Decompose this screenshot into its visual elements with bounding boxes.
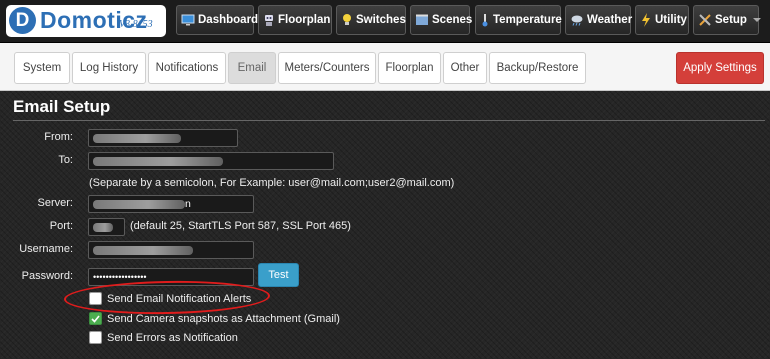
cloud-rain-icon	[570, 13, 584, 27]
to-field[interactable]	[88, 152, 334, 170]
server-value-suffix: n	[185, 198, 191, 210]
domoticz-logo[interactable]: D Domoticz V3.8153	[6, 5, 166, 37]
from-field[interactable]	[88, 129, 238, 147]
checkbox-label: Send Errors as Notification	[107, 331, 238, 344]
nav-dashboard[interactable]: Dashboard	[176, 5, 258, 35]
nav-temperature-label: Temperature	[493, 14, 562, 26]
checkbox-errors-notification[interactable]: Send Errors as Notification	[89, 331, 238, 344]
page-title: Email Setup	[13, 97, 111, 116]
nav-scenes[interactable]: Scenes	[410, 5, 473, 35]
settings-tab-bar: System Log History Notifications Email M…	[0, 43, 770, 91]
tab-system[interactable]: System	[14, 52, 70, 84]
robot-icon	[263, 13, 275, 27]
tools-icon	[698, 13, 712, 27]
nav-floorplan[interactable]: Floorplan	[258, 5, 332, 35]
server-label: Server:	[37, 197, 73, 209]
tab-log-history[interactable]: Log History	[72, 52, 146, 84]
nav-switches-label: Switches	[356, 14, 406, 26]
checkbox-label: Send Camera snapshots as Attachment (Gma…	[107, 312, 340, 325]
nav-dashboard-label: Dashboard	[198, 14, 259, 26]
nav-scenes-label: Scenes	[432, 14, 473, 26]
nav-utility-label: Utility	[655, 14, 687, 26]
apply-settings-button[interactable]: Apply Settings	[676, 52, 764, 84]
section-divider	[13, 120, 765, 121]
film-icon	[415, 13, 429, 27]
redacted-value	[93, 245, 193, 255]
server-field[interactable]: n	[88, 195, 254, 213]
to-hint: (Separate by a semicolon, For Example: u…	[89, 177, 455, 189]
checkbox[interactable]	[89, 312, 102, 325]
port-label: Port:	[49, 220, 73, 232]
port-field[interactable]	[88, 218, 125, 236]
monitor-icon	[181, 13, 195, 27]
nav-weather-label: Weather	[587, 14, 633, 26]
checkbox-camera-snapshots[interactable]: Send Camera snapshots as Attachment (Gma…	[89, 312, 340, 325]
tab-meters-counters[interactable]: Meters/Counters	[278, 52, 376, 84]
nav-temperature[interactable]: Temperature	[475, 5, 562, 35]
tab-other[interactable]: Other	[443, 52, 487, 84]
lightbulb-icon	[341, 13, 353, 27]
username-field[interactable]	[88, 241, 254, 259]
username-label: Username:	[19, 243, 73, 255]
lightning-icon	[640, 13, 652, 27]
nav-setup[interactable]: Setup	[693, 5, 761, 35]
nav-weather[interactable]: Weather	[565, 5, 633, 35]
redacted-value	[93, 222, 113, 232]
port-hint: (default 25, StartTLS Port 587, SSL Port…	[130, 220, 351, 232]
password-label: Password:	[21, 270, 73, 282]
logo-mark: D	[9, 7, 36, 34]
test-button[interactable]: Test	[258, 263, 299, 287]
nav-setup-label: Setup	[715, 14, 747, 26]
to-label: To:	[58, 154, 73, 166]
chevron-down-icon	[752, 18, 761, 22]
tab-floorplan[interactable]: Floorplan	[378, 52, 441, 84]
nav-switches[interactable]: Switches	[336, 5, 406, 35]
tab-notifications[interactable]: Notifications	[148, 52, 226, 84]
redacted-value	[93, 133, 181, 143]
tab-backup-restore[interactable]: Backup/Restore	[489, 52, 586, 84]
tab-email[interactable]: Email	[228, 52, 276, 84]
redacted-value	[93, 199, 185, 209]
top-navbar: D Domoticz V3.8153 Dashboard Floorplan S…	[0, 0, 770, 43]
nav-utility[interactable]: Utility	[635, 5, 689, 35]
app-version: V3.8153	[119, 19, 153, 30]
thermometer-icon	[480, 13, 490, 27]
from-label: From:	[44, 131, 73, 143]
checkbox[interactable]	[89, 331, 102, 344]
checkmark-icon	[91, 314, 100, 323]
redacted-value	[93, 156, 223, 166]
nav-floorplan-label: Floorplan	[278, 14, 331, 26]
